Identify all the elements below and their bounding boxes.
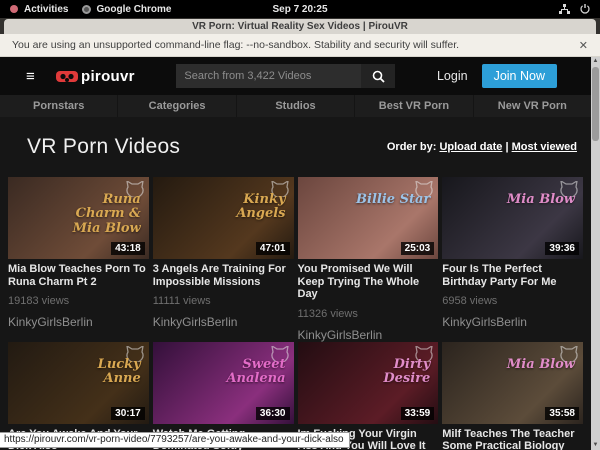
studio-link[interactable]: KinkyGirlsBerlin: [298, 328, 439, 342]
video-views: 11111 views: [153, 295, 294, 307]
video-thumbnail[interactable]: Mia Blow 39:36: [442, 177, 583, 259]
active-app-label: Google Chrome: [96, 4, 171, 15]
search-button[interactable]: [361, 64, 395, 88]
thumbnail-overlay-text: Sweet Analena: [206, 358, 286, 387]
duration-badge: 33:59: [401, 407, 435, 420]
duration-badge: 43:18: [111, 242, 145, 255]
video-title-link[interactable]: Mia Blow Teaches Porn To Runa Charm Pt 2: [8, 263, 149, 288]
chrome-infobar: You are using an unsupported command-lin…: [0, 34, 600, 57]
video-grid: Runa Charm & Mia Blow 43:18 Mia Blow Tea…: [0, 177, 591, 450]
main-nav: PornstarsCategoriesStudiosBest VR PornNe…: [0, 95, 591, 117]
thumbnail-overlay-text: Mia Blow: [507, 358, 575, 372]
duration-badge: 39:36: [545, 242, 579, 255]
video-card: Kinky Angels 47:01 3 Angels Are Training…: [153, 177, 294, 342]
infobar-message: You are using an unsupported command-lin…: [12, 39, 459, 51]
video-title-link[interactable]: 3 Angels Are Training For Impossible Mis…: [153, 263, 294, 288]
nav-item-best-vr-porn[interactable]: Best VR Porn: [354, 95, 472, 117]
search-icon: [372, 70, 385, 83]
screen: Activities Google Chrome Sep 7 20:25 VR …: [0, 0, 600, 450]
browser-titlebar: VR Porn: Virtual Reality Sex Videos | Pi…: [0, 18, 600, 34]
video-thumbnail[interactable]: Billie Star 25:03: [298, 177, 439, 259]
studio-link[interactable]: KinkyGirlsBerlin: [442, 315, 583, 329]
notification-dot-icon: [10, 5, 18, 13]
activities-button[interactable]: Activities: [10, 4, 68, 15]
search-bar: [176, 64, 395, 88]
active-app-menu[interactable]: Google Chrome: [82, 4, 171, 15]
thumbnail-overlay-text: Runa Charm & Mia Blow: [61, 193, 141, 236]
video-card: Mia Blow 39:36 Four Is The Perfect Birth…: [442, 177, 583, 342]
network-icon[interactable]: [559, 4, 570, 14]
page-title: VR Porn Videos: [27, 135, 180, 159]
duration-badge: 36:30: [256, 407, 290, 420]
video-thumbnail[interactable]: Runa Charm & Mia Blow 43:18: [8, 177, 149, 259]
video-card: Mia Blow 35:58 Milf Teaches The Teacher …: [442, 342, 583, 450]
thumbnail-overlay-text: Billie Star: [356, 193, 430, 207]
order-by: Order by: Upload date | Most viewed: [387, 141, 577, 153]
login-link[interactable]: Login: [437, 69, 468, 83]
order-by-most-viewed-link[interactable]: Most viewed: [512, 141, 577, 153]
video-views: 11326 views: [298, 308, 439, 320]
studio-link[interactable]: KinkyGirlsBerlin: [8, 315, 149, 329]
video-thumbnail[interactable]: Mia Blow 35:58: [442, 342, 583, 424]
duration-badge: 35:58: [545, 407, 579, 420]
search-input[interactable]: [176, 64, 361, 88]
thumbnail-overlay-text: Dirty Desire: [350, 358, 430, 387]
video-title-link[interactable]: You Promised We Will Keep Trying The Who…: [298, 263, 439, 301]
scrollbar-thumb[interactable]: [592, 67, 599, 141]
scrollbar-up-icon[interactable]: ▲: [591, 57, 600, 66]
infobar-close-icon[interactable]: ✕: [579, 39, 588, 52]
order-by-label: Order by:: [387, 141, 437, 153]
page-viewport: ≡ pirouvr Login: [0, 57, 591, 450]
video-thumbnail[interactable]: Kinky Angels 47:01: [153, 177, 294, 259]
video-thumbnail[interactable]: Dirty Desire 33:59: [298, 342, 439, 424]
chrome-icon: [82, 5, 91, 14]
video-card: Runa Charm & Mia Blow 43:18 Mia Blow Tea…: [8, 177, 149, 342]
video-views: 6958 views: [442, 295, 583, 307]
site-header: ≡ pirouvr Login: [0, 57, 591, 95]
browser-tab[interactable]: VR Porn: Virtual Reality Sex Videos | Pi…: [4, 19, 596, 34]
page-heading-row: VR Porn Videos Order by: Upload date | M…: [0, 117, 591, 177]
nav-item-pornstars[interactable]: Pornstars: [0, 95, 117, 117]
join-now-button[interactable]: Join Now: [482, 64, 557, 88]
power-icon[interactable]: [580, 4, 590, 14]
nav-item-new-vr-porn[interactable]: New VR Porn: [473, 95, 591, 117]
video-title-link[interactable]: Milf Teaches The Teacher Some Practical …: [442, 428, 583, 450]
video-title-link[interactable]: Four Is The Perfect Birthday Party For M…: [442, 263, 583, 288]
nav-item-studios[interactable]: Studios: [236, 95, 354, 117]
vr-headset-icon: [56, 70, 78, 83]
hamburger-menu-icon[interactable]: ≡: [26, 69, 40, 84]
thumbnail-overlay-text: Mia Blow: [507, 193, 575, 207]
site-logo-text: pirouvr: [81, 68, 135, 85]
thumbnail-overlay-text: Kinky Angels: [206, 193, 286, 222]
order-by-separator: |: [505, 141, 508, 153]
system-top-bar: Activities Google Chrome Sep 7 20:25: [0, 0, 600, 18]
video-views: 19183 views: [8, 295, 149, 307]
scrollbar-down-icon[interactable]: ▼: [591, 441, 600, 450]
studio-link[interactable]: KinkyGirlsBerlin: [153, 315, 294, 329]
duration-badge: 30:17: [111, 407, 145, 420]
video-thumbnail[interactable]: Lucky Anne 30:17: [8, 342, 149, 424]
video-card: Billie Star 25:03 You Promised We Will K…: [298, 177, 439, 342]
vertical-scrollbar[interactable]: ▲ ▼: [591, 57, 600, 450]
duration-badge: 25:03: [401, 242, 435, 255]
site-logo[interactable]: pirouvr: [56, 68, 135, 85]
activities-label: Activities: [24, 4, 68, 15]
order-by-upload-date-link[interactable]: Upload date: [439, 141, 502, 153]
video-thumbnail[interactable]: Sweet Analena 36:30: [153, 342, 294, 424]
thumbnail-overlay-text: Lucky Anne: [61, 358, 141, 387]
status-url-tooltip: https://pirouvr.com/vr-porn-video/779325…: [0, 432, 350, 448]
duration-badge: 47:01: [256, 242, 290, 255]
nav-item-categories[interactable]: Categories: [117, 95, 235, 117]
